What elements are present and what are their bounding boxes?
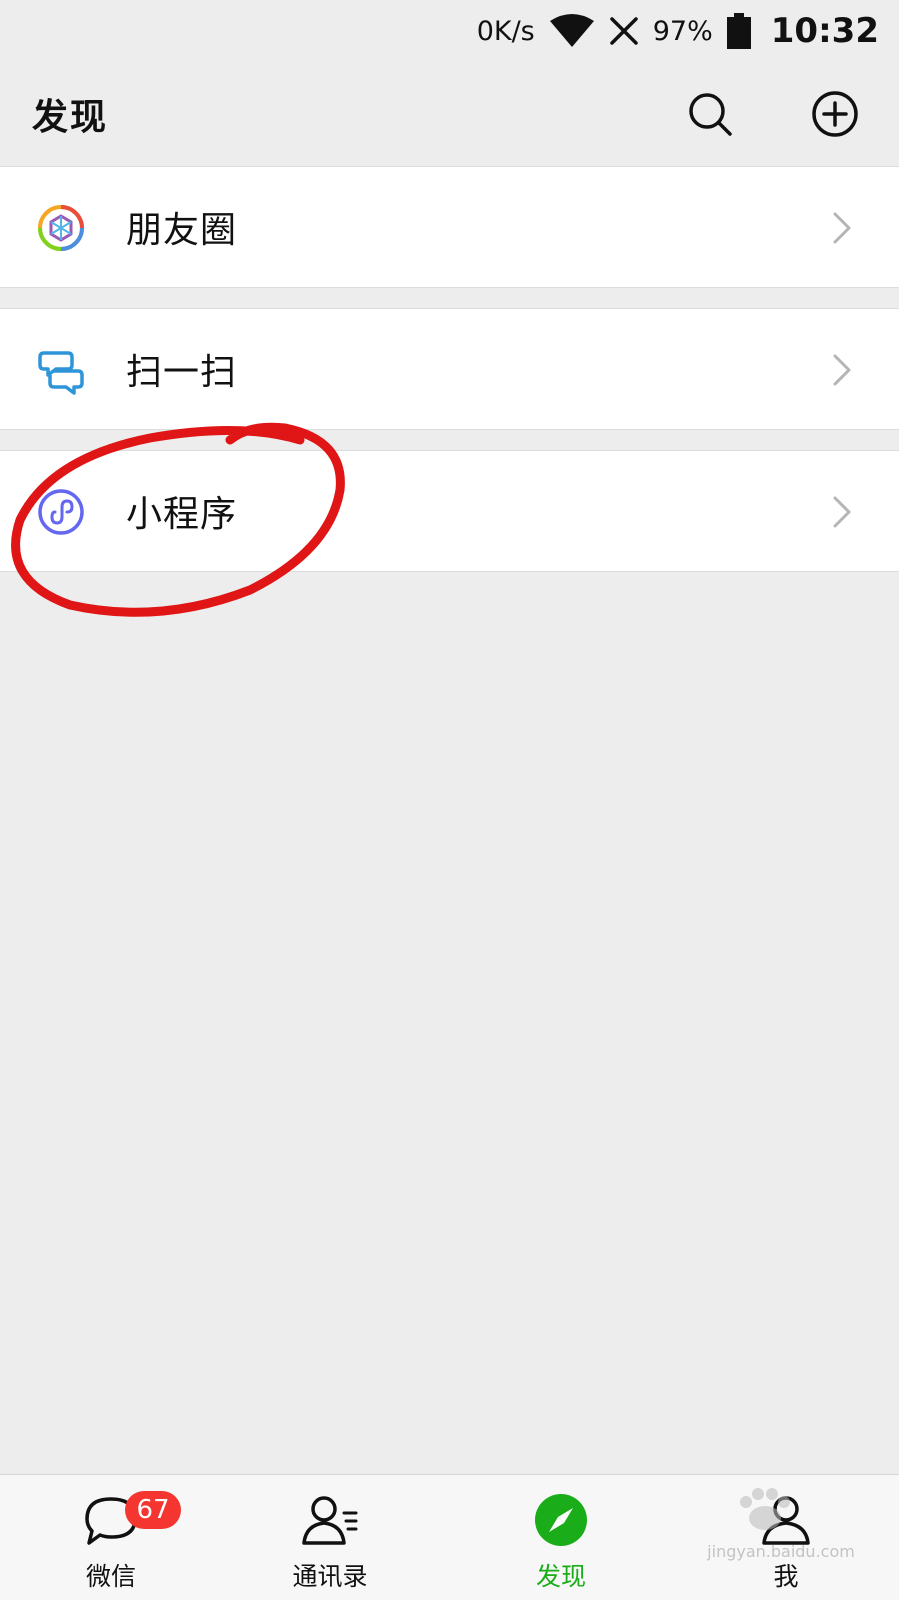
- tab-me[interactable]: 我: [706, 1475, 866, 1600]
- mini-program-icon: [38, 489, 84, 535]
- no-signal-icon: [610, 17, 638, 45]
- menu-item-scan[interactable]: 扫一扫: [0, 308, 899, 430]
- battery-icon: [726, 13, 751, 49]
- battery-percent: 97%: [652, 15, 713, 47]
- bottom-tab-bar: 67 微信 通讯录 发现 我: [0, 1474, 899, 1600]
- wifi-icon: [549, 14, 594, 47]
- tab-label: 微信: [85, 1562, 136, 1591]
- status-bar: 0K/s 97% 10:32: [0, 0, 899, 62]
- chevron-right-icon: [833, 212, 851, 244]
- add-button[interactable]: [805, 84, 865, 144]
- tab-discover[interactable]: 发现: [481, 1475, 641, 1600]
- moments-icon: [38, 205, 84, 251]
- search-icon: [689, 93, 732, 136]
- header-bar: 发现: [0, 62, 899, 166]
- chevron-right-icon: [833, 354, 851, 386]
- scan-icon: [38, 351, 84, 395]
- search-button[interactable]: [680, 84, 740, 144]
- plus-circle-icon: [812, 91, 858, 137]
- tab-label: 发现: [535, 1562, 586, 1591]
- contacts-icon: [302, 1496, 358, 1545]
- tab-label: 我: [773, 1562, 799, 1591]
- tab-contacts[interactable]: 通讯录: [250, 1475, 410, 1600]
- menu-item-mini-program[interactable]: 小程序: [0, 450, 899, 572]
- page-title: 发现: [32, 97, 109, 138]
- menu-item-moments[interactable]: 朋友圈: [0, 166, 899, 288]
- tab-chats[interactable]: 67 微信: [31, 1475, 191, 1600]
- tab-label: 通讯录: [292, 1562, 368, 1591]
- menu-item-label: 扫一扫: [126, 352, 238, 393]
- clock: 10:32: [770, 11, 879, 51]
- network-speed: 0K/s: [476, 15, 535, 47]
- compass-icon: [535, 1494, 587, 1546]
- menu-item-label: 小程序: [126, 494, 238, 535]
- menu-item-label: 朋友圈: [126, 210, 238, 251]
- person-icon: [762, 1496, 810, 1545]
- unread-badge: 67: [125, 1491, 181, 1529]
- chevron-right-icon: [833, 496, 851, 528]
